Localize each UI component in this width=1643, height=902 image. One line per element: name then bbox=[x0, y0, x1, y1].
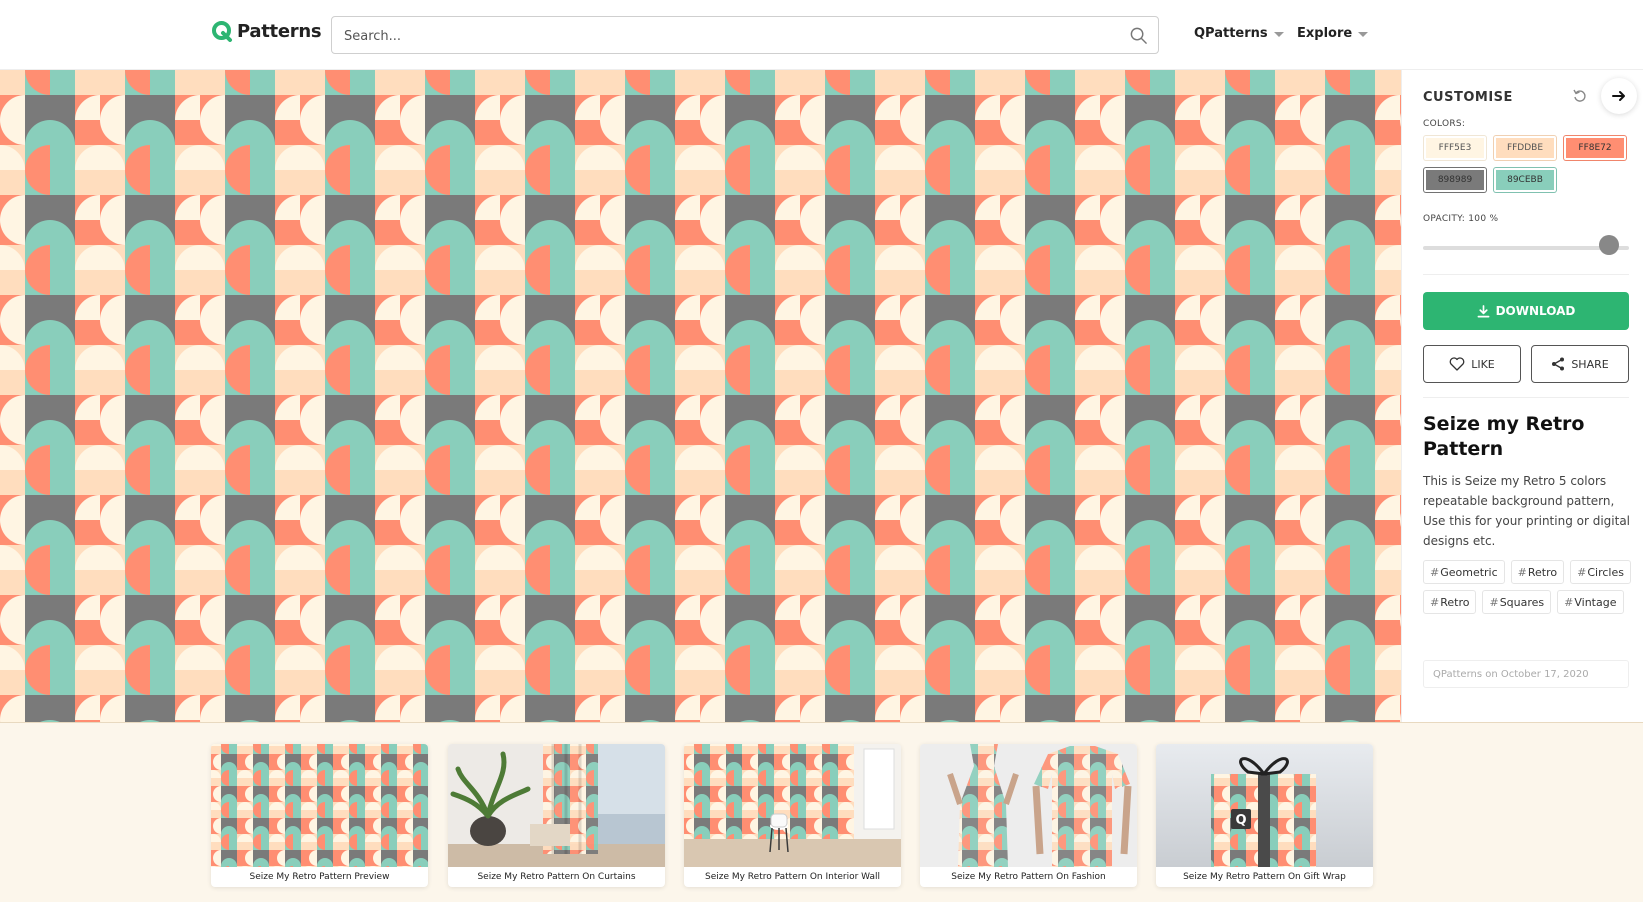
undo-icon bbox=[1573, 89, 1586, 102]
colors-label: COLORS: bbox=[1423, 119, 1466, 129]
nav-explore-menu[interactable]: Explore bbox=[1297, 26, 1369, 41]
opacity-label: OPACITY: 100 % bbox=[1423, 214, 1499, 224]
interior-wall-mockup-image bbox=[684, 744, 901, 867]
like-label: LIKE bbox=[1471, 357, 1495, 371]
preview-card-interior-wall[interactable]: Seize My Retro Pattern On Interior Wall bbox=[684, 744, 901, 887]
preview-caption: Seize My Retro Pattern On Gift Wrap bbox=[1183, 872, 1346, 882]
divider bbox=[1423, 274, 1629, 275]
curtains-mockup-image bbox=[448, 744, 665, 867]
preview-card-gift-wrap[interactable]: Q Seize My Retro Pattern On Gift Wrap bbox=[1156, 744, 1373, 887]
heart-icon bbox=[1449, 357, 1465, 371]
color-swatch-1[interactable]: FFF5E3 bbox=[1423, 135, 1487, 161]
chevron-down-icon bbox=[1358, 32, 1369, 37]
top-navbar: Patterns QPatterns Explore bbox=[0, 0, 1643, 70]
color-swatch-2[interactable]: FFDDBE bbox=[1493, 135, 1557, 161]
preview-caption: Seize My Retro Pattern Preview bbox=[249, 872, 390, 882]
svg-text:Q: Q bbox=[1235, 813, 1246, 828]
pattern-title: Seize my Retro Pattern bbox=[1423, 413, 1585, 460]
pattern-preview-image bbox=[211, 744, 428, 867]
nav-qpatterns-label: QPatterns bbox=[1194, 26, 1268, 41]
download-icon bbox=[1477, 304, 1490, 317]
customise-sidebar: CUSTOMISE COLORS: FFF5E3 FFDDBE FF8E72 8… bbox=[1401, 70, 1643, 722]
preview-caption: Seize My Retro Pattern On Curtains bbox=[477, 872, 636, 882]
undo-button[interactable] bbox=[1566, 82, 1594, 110]
share-button[interactable]: SHARE bbox=[1531, 345, 1629, 383]
opacity-slider-thumb[interactable] bbox=[1599, 235, 1619, 255]
download-label: DOWNLOAD bbox=[1495, 304, 1576, 318]
search-input[interactable] bbox=[344, 26, 1104, 46]
logo-q-icon bbox=[212, 21, 232, 42]
tag-squares[interactable]: # Squares bbox=[1482, 590, 1552, 614]
gift-wrap-mockup-image: Q bbox=[1156, 744, 1373, 867]
preview-card-pattern[interactable]: Seize My Retro Pattern Preview bbox=[211, 744, 428, 887]
nav-explore-label: Explore bbox=[1297, 26, 1353, 41]
like-button[interactable]: LIKE bbox=[1423, 345, 1521, 383]
color-swatch-5[interactable]: 89CEBB bbox=[1493, 167, 1557, 193]
search-bar bbox=[331, 16, 1159, 54]
chevron-down-icon bbox=[1273, 32, 1284, 37]
tag-vintage[interactable]: # Vintage bbox=[1557, 590, 1624, 614]
search-icon[interactable] bbox=[1129, 26, 1148, 45]
opacity-slider-track[interactable] bbox=[1423, 246, 1629, 250]
color-swatch-3[interactable]: FF8E72 bbox=[1563, 135, 1627, 161]
tag-retro[interactable]: # Retro bbox=[1510, 560, 1565, 584]
tag-geometric[interactable]: # Geometric bbox=[1423, 560, 1505, 584]
download-button[interactable]: DOWNLOAD bbox=[1423, 292, 1629, 330]
preview-card-curtains[interactable]: Seize My Retro Pattern On Curtains bbox=[448, 744, 665, 887]
next-pattern-button[interactable] bbox=[1601, 78, 1637, 114]
mockup-previews-strip: Seize My Retro Pattern Preview Seize My … bbox=[0, 722, 1643, 902]
fashion-mockup-image bbox=[920, 744, 1137, 867]
logo-text: Patterns bbox=[237, 20, 322, 42]
preview-card-fashion[interactable]: Seize My Retro Pattern On Fashion bbox=[920, 744, 1137, 887]
tag-circles[interactable]: # Circles bbox=[1570, 560, 1631, 584]
divider bbox=[1423, 397, 1629, 398]
customise-title: CUSTOMISE bbox=[1423, 90, 1513, 105]
pattern-description: This is Seize my Retro 5 colors repeatab… bbox=[1423, 474, 1631, 548]
preview-caption: Seize My Retro Pattern On Interior Wall bbox=[704, 872, 881, 882]
pattern-preview-image bbox=[0, 70, 1401, 722]
nav-qpatterns-menu[interactable]: QPatterns bbox=[1194, 26, 1284, 41]
arrow-right-icon bbox=[1612, 91, 1625, 101]
preview-caption: Seize My Retro Pattern On Fashion bbox=[951, 872, 1106, 882]
color-swatch-4[interactable]: 898989 bbox=[1423, 167, 1487, 193]
pattern-preview-canvas bbox=[0, 70, 1401, 722]
author-credit: QPatterns on October 17, 2020 bbox=[1423, 660, 1629, 688]
tag-list: # Geometric # Retro # Circles # Retro # Squar… bbox=[1423, 560, 1633, 614]
share-label: SHARE bbox=[1571, 357, 1609, 371]
share-icon bbox=[1552, 357, 1565, 371]
tag-retro[interactable]: # Retro bbox=[1423, 590, 1477, 614]
site-logo[interactable]: Patterns bbox=[211, 20, 322, 42]
